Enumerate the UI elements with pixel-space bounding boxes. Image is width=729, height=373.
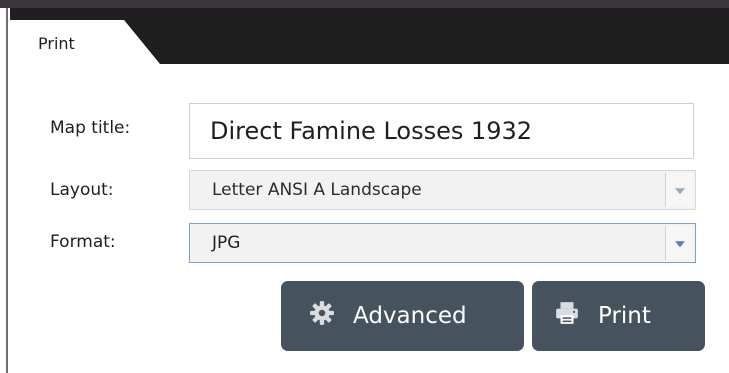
map-title-input[interactable]: [189, 103, 694, 159]
printer-icon: [554, 300, 580, 332]
layout-select-value: Letter ANSI A Landscape: [212, 180, 422, 200]
format-select[interactable]: JPG: [189, 223, 696, 263]
print-button[interactable]: Print: [532, 281, 705, 351]
tab-print-label: Print: [38, 34, 75, 53]
chevron-down-icon[interactable]: [665, 173, 693, 207]
layout-label: Layout:: [50, 180, 114, 200]
chevron-down-icon[interactable]: [665, 226, 693, 260]
layout-select[interactable]: Letter ANSI A Landscape: [189, 170, 696, 210]
map-title-label: Map title:: [50, 118, 131, 138]
window-top-bar: [0, 0, 729, 8]
advanced-button-label: Advanced: [353, 303, 467, 329]
advanced-button[interactable]: Advanced: [281, 281, 524, 351]
left-border: [0, 8, 8, 373]
gear-icon: [309, 300, 335, 332]
print-button-label: Print: [598, 303, 651, 329]
format-select-value: JPG: [212, 233, 241, 253]
format-label: Format:: [50, 232, 116, 252]
